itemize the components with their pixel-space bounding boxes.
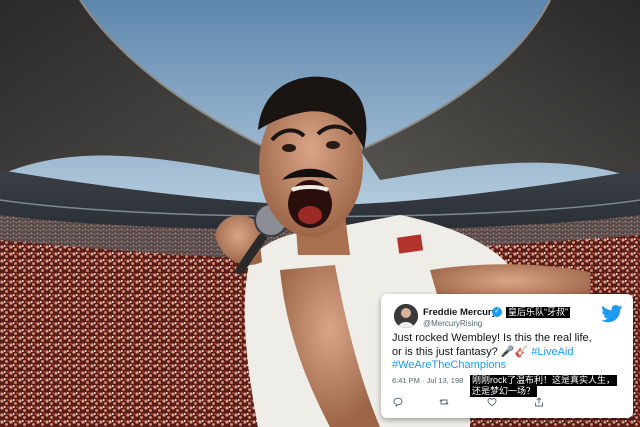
- display-name[interactable]: Freddie Mercury: [423, 307, 497, 318]
- mic-guitar-emoji: 🎤🎸: [500, 345, 529, 358]
- tweet-card[interactable]: Freddie Mercury ✓ @MercuryRising 皇后乐队“牙叔…: [381, 294, 633, 418]
- tweet-time: 6:41 PM: [392, 376, 420, 385]
- handle[interactable]: @MercuryRising: [423, 319, 482, 328]
- avatar[interactable]: [394, 304, 418, 328]
- verified-icon: ✓: [492, 307, 502, 317]
- tweet-text-line1: Just rocked Wembley! Is this the real li…: [392, 332, 592, 344]
- tweet-text: Just rocked Wembley! Is this the real li…: [392, 332, 628, 373]
- caption-name-note: 皇后乐队“牙叔”: [506, 307, 570, 318]
- hashtag-wearethechampions[interactable]: #WeAreTheChampions: [392, 359, 506, 371]
- tweet-date: Jul 13, 198: [426, 376, 464, 385]
- twitter-bird-icon[interactable]: [601, 305, 623, 323]
- reply-icon[interactable]: [393, 397, 403, 407]
- like-icon[interactable]: [487, 397, 497, 407]
- retweet-icon[interactable]: [439, 397, 449, 407]
- caption-translation-line2: 还是梦幻一场？: [470, 386, 538, 397]
- tweet-timestamp[interactable]: 6:41 PM · Jul 13, 198: [392, 376, 463, 385]
- tweet-text-line2: or is this just fantasy?: [392, 345, 501, 358]
- share-icon[interactable]: [534, 397, 544, 407]
- caption-translation-line1: 刚刚rock了温布利！这是真实人生，: [470, 375, 618, 386]
- hashtag-liveaid[interactable]: #LiveAid: [531, 346, 573, 358]
